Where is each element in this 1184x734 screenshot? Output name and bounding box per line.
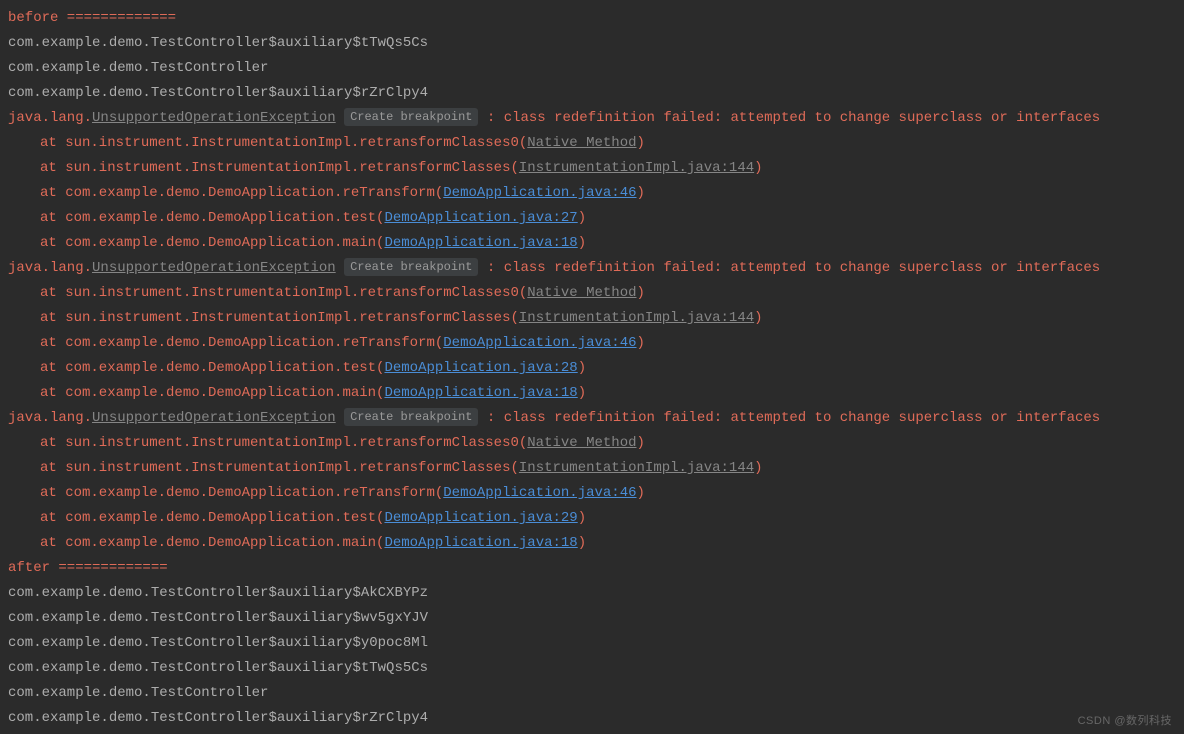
- source-link[interactable]: InstrumentationImpl.java:144: [519, 460, 754, 476]
- class-name: com.example.demo.TestController$auxiliar…: [8, 635, 428, 651]
- console-line: at com.example.demo.DemoApplication.main…: [8, 231, 1176, 256]
- class-name: com.example.demo.TestController$auxiliar…: [8, 585, 428, 601]
- console-line: at sun.instrument.InstrumentationImpl.re…: [8, 131, 1176, 156]
- console-line: at sun.instrument.InstrumentationImpl.re…: [8, 281, 1176, 306]
- class-name: com.example.demo.TestController$auxiliar…: [8, 610, 428, 626]
- exception-message: : class redefinition failed: attempted t…: [487, 110, 1100, 126]
- stack-frame-text: at sun.instrument.InstrumentationImpl.re…: [40, 460, 519, 476]
- console-line: at com.example.demo.DemoApplication.main…: [8, 381, 1176, 406]
- watermark: CSDN @数列科技: [1078, 712, 1172, 728]
- console-line: com.example.demo.TestController$auxiliar…: [8, 31, 1176, 56]
- console-line: com.example.demo.TestController$auxiliar…: [8, 656, 1176, 681]
- source-link[interactable]: DemoApplication.java:46: [443, 185, 636, 201]
- class-name: com.example.demo.TestController$auxiliar…: [8, 85, 428, 101]
- console-line: com.example.demo.TestController$auxiliar…: [8, 631, 1176, 656]
- console-line: com.example.demo.TestController$auxiliar…: [8, 706, 1176, 731]
- stack-frame-text: at com.example.demo.DemoApplication.main…: [40, 385, 384, 401]
- stack-frame-text: at com.example.demo.DemoApplication.main…: [40, 535, 384, 551]
- source-link[interactable]: Native Method: [527, 135, 636, 151]
- console-line: after =============: [8, 556, 1176, 581]
- exception-class-link[interactable]: UnsupportedOperationException: [92, 410, 336, 426]
- stack-frame-text: at com.example.demo.DemoApplication.reTr…: [40, 185, 443, 201]
- create-breakpoint-button[interactable]: Create breakpoint: [344, 258, 478, 276]
- exception-class-link[interactable]: UnsupportedOperationException: [92, 110, 336, 126]
- class-name: com.example.demo.TestController: [8, 60, 268, 76]
- exception-class-link[interactable]: UnsupportedOperationException: [92, 260, 336, 276]
- source-link[interactable]: DemoApplication.java:18: [384, 535, 577, 551]
- stack-frame-text: ): [754, 160, 762, 176]
- create-breakpoint-button[interactable]: Create breakpoint: [344, 108, 478, 126]
- exception-prefix: java.lang.: [8, 260, 92, 276]
- source-link[interactable]: Native Method: [527, 285, 636, 301]
- console-line: java.lang.UnsupportedOperationException …: [8, 406, 1176, 431]
- stack-frame-text: at com.example.demo.DemoApplication.test…: [40, 360, 384, 376]
- exception-prefix: java.lang.: [8, 410, 92, 426]
- stack-frame-text: ): [578, 385, 586, 401]
- source-link[interactable]: DemoApplication.java:28: [384, 360, 577, 376]
- console-line: at sun.instrument.InstrumentationImpl.re…: [8, 431, 1176, 456]
- console-line: at sun.instrument.InstrumentationImpl.re…: [8, 156, 1176, 181]
- console-line: at sun.instrument.InstrumentationImpl.re…: [8, 306, 1176, 331]
- console-line: com.example.demo.TestController$auxiliar…: [8, 581, 1176, 606]
- section-header-after: after =============: [8, 560, 168, 576]
- stack-frame-text: ): [637, 185, 645, 201]
- stack-frame-text: ): [578, 510, 586, 526]
- source-link[interactable]: Native Method: [527, 435, 636, 451]
- stack-frame-text: at sun.instrument.InstrumentationImpl.re…: [40, 160, 519, 176]
- console-line: at sun.instrument.InstrumentationImpl.re…: [8, 456, 1176, 481]
- exception-prefix: java.lang.: [8, 110, 92, 126]
- class-name: com.example.demo.TestController: [8, 685, 268, 701]
- exception-message: : class redefinition failed: attempted t…: [487, 410, 1100, 426]
- class-name: com.example.demo.TestController$auxiliar…: [8, 660, 428, 676]
- source-link[interactable]: InstrumentationImpl.java:144: [519, 160, 754, 176]
- stack-frame-text: at com.example.demo.DemoApplication.main…: [40, 235, 384, 251]
- source-link[interactable]: DemoApplication.java:46: [443, 335, 636, 351]
- stack-frame-text: at com.example.demo.DemoApplication.reTr…: [40, 485, 443, 501]
- class-name: com.example.demo.TestController$auxiliar…: [8, 710, 428, 726]
- console-line: at com.example.demo.DemoApplication.test…: [8, 356, 1176, 381]
- source-link[interactable]: DemoApplication.java:46: [443, 485, 636, 501]
- console-output: before ============= com.example.demo.Tes…: [0, 0, 1184, 731]
- stack-frame-text: ): [578, 235, 586, 251]
- console-line: before =============: [8, 6, 1176, 31]
- console-line: at com.example.demo.DemoApplication.main…: [8, 531, 1176, 556]
- stack-frame-text: ): [578, 360, 586, 376]
- stack-frame-text: at com.example.demo.DemoApplication.reTr…: [40, 335, 443, 351]
- stack-frame-text: at com.example.demo.DemoApplication.test…: [40, 510, 384, 526]
- source-link[interactable]: DemoApplication.java:29: [384, 510, 577, 526]
- stack-frame-text: ): [754, 310, 762, 326]
- console-line: com.example.demo.TestController$auxiliar…: [8, 81, 1176, 106]
- stack-frame-text: ): [637, 485, 645, 501]
- console-line: java.lang.UnsupportedOperationException …: [8, 106, 1176, 131]
- stack-frame-text: ): [578, 535, 586, 551]
- stack-frame-text: ): [637, 335, 645, 351]
- source-link[interactable]: DemoApplication.java:18: [384, 235, 577, 251]
- console-line: at com.example.demo.DemoApplication.reTr…: [8, 331, 1176, 356]
- console-line: at com.example.demo.DemoApplication.test…: [8, 506, 1176, 531]
- console-line: at com.example.demo.DemoApplication.reTr…: [8, 481, 1176, 506]
- console-line: at com.example.demo.DemoApplication.test…: [8, 206, 1176, 231]
- stack-frame-text: ): [637, 135, 645, 151]
- console-line: com.example.demo.TestController$auxiliar…: [8, 606, 1176, 631]
- source-link[interactable]: DemoApplication.java:18: [384, 385, 577, 401]
- stack-frame-text: at sun.instrument.InstrumentationImpl.re…: [40, 135, 527, 151]
- stack-frame-text: at com.example.demo.DemoApplication.test…: [40, 210, 384, 226]
- section-header-before: before =============: [8, 10, 176, 26]
- create-breakpoint-button[interactable]: Create breakpoint: [344, 408, 478, 426]
- stack-frame-text: ): [637, 435, 645, 451]
- stack-frame-text: ): [637, 285, 645, 301]
- console-line: java.lang.UnsupportedOperationException …: [8, 256, 1176, 281]
- stack-frame-text: at sun.instrument.InstrumentationImpl.re…: [40, 310, 519, 326]
- stack-frame-text: at sun.instrument.InstrumentationImpl.re…: [40, 285, 527, 301]
- console-line: at com.example.demo.DemoApplication.reTr…: [8, 181, 1176, 206]
- console-line: com.example.demo.TestController: [8, 56, 1176, 81]
- console-line: com.example.demo.TestController: [8, 681, 1176, 706]
- source-link[interactable]: DemoApplication.java:27: [384, 210, 577, 226]
- stack-frame-text: ): [754, 460, 762, 476]
- exception-message: : class redefinition failed: attempted t…: [487, 260, 1100, 276]
- stack-frame-text: ): [578, 210, 586, 226]
- class-name: com.example.demo.TestController$auxiliar…: [8, 35, 428, 51]
- stack-frame-text: at sun.instrument.InstrumentationImpl.re…: [40, 435, 527, 451]
- source-link[interactable]: InstrumentationImpl.java:144: [519, 310, 754, 326]
